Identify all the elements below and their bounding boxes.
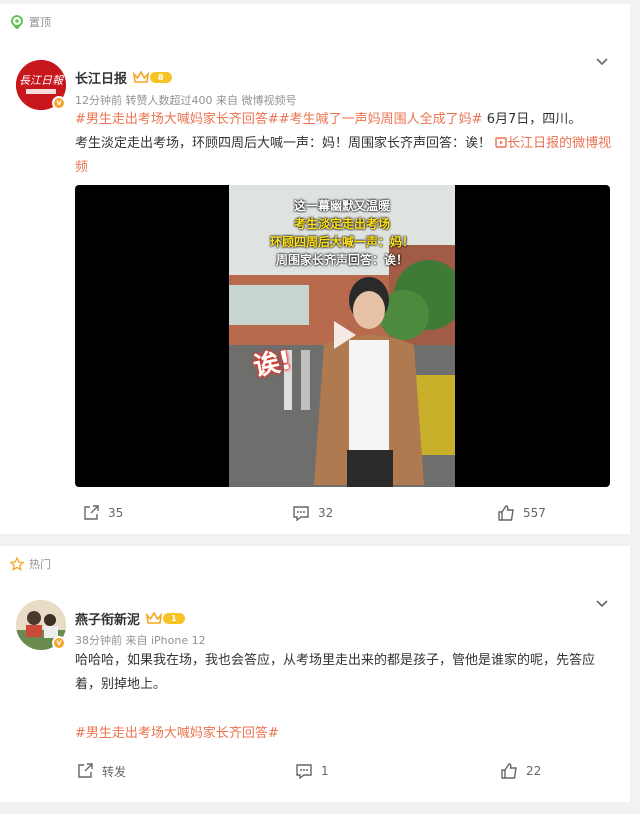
like-button[interactable]: 557 — [497, 504, 546, 522]
author-name-text[interactable]: 燕子衔新泥 — [75, 609, 140, 628]
thumbs-up-icon — [498, 505, 514, 521]
post-body: #男生走出考场大喊妈家长齐回答##考生喊了一声妈周围人全成了妈# 6月7日，四川… — [75, 108, 615, 180]
level-badge: 1 — [163, 613, 185, 624]
hashtag-link[interactable]: #男生走出考场大喊妈家长齐回答##考生喊了一声妈周围人全成了妈# — [75, 112, 483, 127]
comment-icon — [296, 764, 312, 780]
comment-count: 32 — [318, 506, 334, 520]
vip-crown-icon: 8 — [133, 71, 172, 84]
comment-count: 1 — [321, 764, 329, 778]
video-link-icon — [495, 137, 507, 148]
vip-crown-icon: 1 — [146, 612, 185, 625]
comment-button[interactable]: 1 — [295, 762, 329, 780]
like-count: 22 — [526, 764, 542, 778]
verified-badge-icon: v — [52, 636, 66, 650]
body-text-2: 考生淡定走出考场，环顾四周后大喊一声：妈！周围家长齐声回答：诶！ — [75, 136, 492, 151]
hashtag-link[interactable]: #男生走出考场大喊妈家长齐回答# — [75, 722, 615, 746]
repost-label: 转发 — [102, 764, 127, 779]
verified-badge-icon: v — [52, 96, 66, 110]
svg-text:長江日報: 長江日報 — [19, 74, 65, 87]
video-frame[interactable]: 这一幕幽默又温暖 考生淡定走出考场 环顾四周后大喊一声：妈！ 周围家长齐声回答：… — [229, 185, 455, 487]
location-pin-icon — [11, 15, 23, 29]
comment-icon — [293, 506, 309, 522]
level-badge: 8 — [150, 72, 172, 83]
share-count: 35 — [108, 506, 124, 520]
caption-line-2: 考生淡定走出考场 — [293, 217, 390, 231]
pinned-tag: 置顶 — [10, 14, 51, 30]
play-button-icon[interactable] — [322, 315, 362, 355]
author-name-text[interactable]: 长江日报 — [75, 68, 127, 87]
caption-line-1: 这一幕幽默又温暖 — [293, 199, 390, 213]
author-name[interactable]: 长江日报 8 — [75, 68, 172, 87]
like-count: 557 — [523, 506, 546, 520]
video-caption: 这一幕幽默又温暖 考生淡定走出考场 环顾四周后大喊一声：妈！ 周围家长齐声回答：… — [229, 197, 455, 269]
comment-body: 哈哈哈，如果我在场，我也会答应，从考场里走出来的都是孩子，管他是谁家的呢，先答应… — [75, 653, 596, 692]
share-icon — [84, 505, 99, 520]
post-card-2: 热门 v 燕子衔新泥 1 38分钟前 来自 iPhone 12 哈哈哈，如果我在… — [0, 546, 630, 802]
chevron-down-icon[interactable] — [594, 54, 610, 70]
star-icon — [10, 557, 24, 571]
thumbs-up-icon — [501, 763, 517, 779]
chevron-down-icon[interactable] — [594, 596, 610, 612]
comment-button[interactable]: 32 — [292, 504, 333, 522]
caption-line-3: 环顾四周后大喊一声：妈！ — [269, 235, 414, 249]
hot-label: 热门 — [29, 558, 51, 571]
post-meta: 12分钟前 转赞人数超过400 来自 微博视频号 — [75, 94, 297, 107]
author-name[interactable]: 燕子衔新泥 1 — [75, 609, 185, 628]
post-card-1: 置顶 長江日報 v 长江日报 8 12分钟前 转赞人数超过400 来自 微博视频… — [0, 4, 630, 534]
caption-line-4: 周围家长齐声回答：诶！ — [275, 253, 408, 267]
sticker-text: 诶! — [250, 345, 295, 383]
body-text-1: 6月7日，四川。 — [482, 112, 582, 127]
like-button[interactable]: 22 — [500, 762, 541, 780]
hot-tag: 热门 — [10, 556, 51, 572]
pinned-label: 置顶 — [29, 16, 51, 29]
post-meta: 38分钟前 来自 iPhone 12 — [75, 634, 206, 647]
repost-button[interactable]: 转发 — [76, 762, 126, 780]
video-player[interactable]: 这一幕幽默又温暖 考生淡定走出考场 环顾四周后大喊一声：妈！ 周围家长齐声回答：… — [75, 185, 610, 487]
share-icon — [78, 763, 93, 778]
share-button[interactable]: 35 — [82, 504, 123, 522]
